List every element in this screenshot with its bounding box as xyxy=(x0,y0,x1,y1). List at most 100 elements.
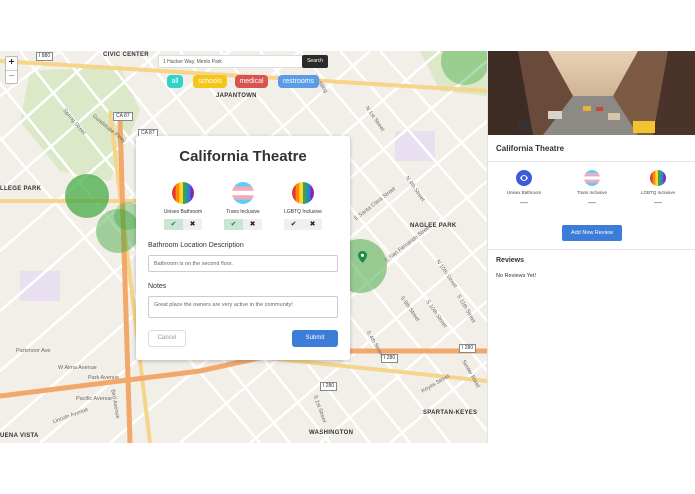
filter-restrooms-button[interactable]: restrooms xyxy=(278,75,319,88)
highway-shield: I 880 xyxy=(36,52,54,61)
street-label: Parkmoor Ave xyxy=(16,348,51,354)
sidebar-attribute-trans: Trans Inclusive — xyxy=(562,170,622,207)
flag-stripe xyxy=(292,182,296,204)
flag-stripe xyxy=(584,176,600,180)
attribute-lgbtq-inclusive: LGBTQ Inclusive ✔ ✖ xyxy=(273,182,333,230)
divider xyxy=(488,161,695,162)
search-input[interactable] xyxy=(163,56,303,67)
filter-schools-button[interactable]: schools xyxy=(193,75,227,88)
filter-medical-button[interactable]: medical xyxy=(235,75,268,88)
flag-stripe xyxy=(190,182,194,204)
attribute-label: Trans Inclusive xyxy=(576,190,608,195)
flag-stripe xyxy=(179,182,184,204)
rainbow-flag-icon xyxy=(172,182,194,204)
flag-stripe xyxy=(306,182,311,204)
flag-stripe xyxy=(584,182,600,186)
rainbow-flag-icon xyxy=(292,182,314,204)
zoom-control: + − xyxy=(5,56,18,84)
location-sidebar: California Theatre Unisex Bathroom — Tra… xyxy=(487,51,695,443)
attribute-label: LGBTQ Inclusive xyxy=(284,209,322,215)
yes-no-toggle: ✔ ✖ xyxy=(224,219,262,230)
street-label: W Alma Avenue xyxy=(58,365,97,371)
street-label: Park Avenue xyxy=(88,375,120,381)
area-label: CIVIC CENTER xyxy=(103,52,149,58)
attribute-label: Unisex Bathroom xyxy=(163,209,203,215)
highway-shield: CA 87 xyxy=(113,112,133,121)
attribute-label: LGBTQ Inclusive xyxy=(640,190,675,195)
location-description-field[interactable]: Bathroom is on the second floor. xyxy=(148,255,338,272)
flag-stripe xyxy=(652,170,656,186)
flag-stripe xyxy=(183,182,187,204)
area-label: NAGLEE PARK xyxy=(410,223,457,229)
notes-field[interactable]: Great place the owners are very active i… xyxy=(148,296,338,318)
flag-stripe xyxy=(299,182,304,204)
cancel-button[interactable]: Cancel xyxy=(148,330,186,347)
add-review-button[interactable]: Add New Review xyxy=(562,225,622,241)
street-label: Pacific Avenue xyxy=(76,396,112,402)
yes-button[interactable]: ✔ xyxy=(224,219,243,230)
trans-flag-icon xyxy=(584,170,600,186)
attribute-label: Unisex Bathroom xyxy=(506,190,542,195)
yes-no-toggle: ✔ ✖ xyxy=(284,219,322,230)
rainbow-stripes xyxy=(650,170,666,186)
area-label: SPARTAN-KEYES xyxy=(423,410,478,416)
attribute-value: — xyxy=(588,198,596,207)
attribute-trans-inclusive: Trans Inclusive ✔ ✖ xyxy=(213,182,273,230)
flag-stripe xyxy=(655,170,659,186)
rainbow-stripes xyxy=(172,182,194,204)
flag-stripe xyxy=(232,182,254,187)
reviews-heading: Reviews xyxy=(496,257,525,264)
map[interactable]: CIVIC CENTER JAPANTOWN LLEGE PARK NAGLEE… xyxy=(0,51,487,443)
location-photo xyxy=(488,51,695,135)
flag-stripe xyxy=(660,170,664,186)
trans-stripes xyxy=(584,170,600,186)
yes-no-toggle: ✔ ✖ xyxy=(164,219,202,230)
flag-stripe xyxy=(584,179,600,184)
no-button[interactable]: ✖ xyxy=(183,219,202,230)
no-button[interactable]: ✖ xyxy=(303,219,322,230)
highway-shield: I 280 xyxy=(459,344,477,353)
area-label: JAPANTOWN xyxy=(216,93,257,99)
app: CIVIC CENTER JAPANTOWN LLEGE PARK NAGLEE… xyxy=(0,51,695,443)
flag-stripe xyxy=(310,182,314,204)
modal-title: California Theatre xyxy=(179,148,307,165)
flag-stripe xyxy=(232,199,254,204)
rainbow-flag-icon xyxy=(650,170,666,186)
area-label: UENA VISTA xyxy=(0,433,39,439)
flag-stripe xyxy=(232,190,254,196)
flag-stripe xyxy=(172,182,176,204)
flag-stripe xyxy=(303,182,307,204)
search-button[interactable]: Search xyxy=(302,55,328,68)
trans-stripes xyxy=(232,182,254,204)
flag-stripe xyxy=(658,170,661,186)
flag-stripe xyxy=(650,170,653,186)
flag-stripe xyxy=(295,182,300,204)
bathroom-glyph xyxy=(520,175,528,181)
no-button[interactable]: ✖ xyxy=(243,219,262,230)
submit-button[interactable]: Submit xyxy=(292,330,338,347)
flag-stripe xyxy=(186,182,191,204)
flag-stripe xyxy=(663,170,666,186)
attribute-label: Trans Inclusive xyxy=(226,209,260,215)
filter-all-button[interactable]: all xyxy=(167,75,183,88)
yes-button[interactable]: ✔ xyxy=(164,219,183,230)
zoom-out-button[interactable]: − xyxy=(6,70,17,83)
area-label: LLEGE PARK xyxy=(0,186,42,192)
bathroom-icon xyxy=(516,170,532,186)
zoom-in-button[interactable]: + xyxy=(6,57,17,70)
sidebar-title: California Theatre xyxy=(496,144,565,153)
attribute-unisex-bathroom: Unisex Bathroom ✔ ✖ xyxy=(153,182,213,230)
flag-stripe xyxy=(232,186,254,192)
attribute-value: — xyxy=(654,198,662,207)
flag-stripe xyxy=(232,195,254,200)
attribute-value: — xyxy=(520,198,528,207)
rainbow-stripes xyxy=(292,182,314,204)
trans-flag-icon xyxy=(232,182,254,204)
location-description-label: Bathroom Location Description xyxy=(148,242,244,249)
yes-button[interactable]: ✔ xyxy=(284,219,303,230)
notes-label: Notes xyxy=(148,283,167,290)
add-location-modal: California Theatre Unisex Bathroom ✔ ✖ T… xyxy=(136,136,350,360)
flag-stripe xyxy=(175,182,180,204)
map-pin-icon[interactable] xyxy=(358,251,367,263)
highway-shield: I 280 xyxy=(320,382,338,391)
